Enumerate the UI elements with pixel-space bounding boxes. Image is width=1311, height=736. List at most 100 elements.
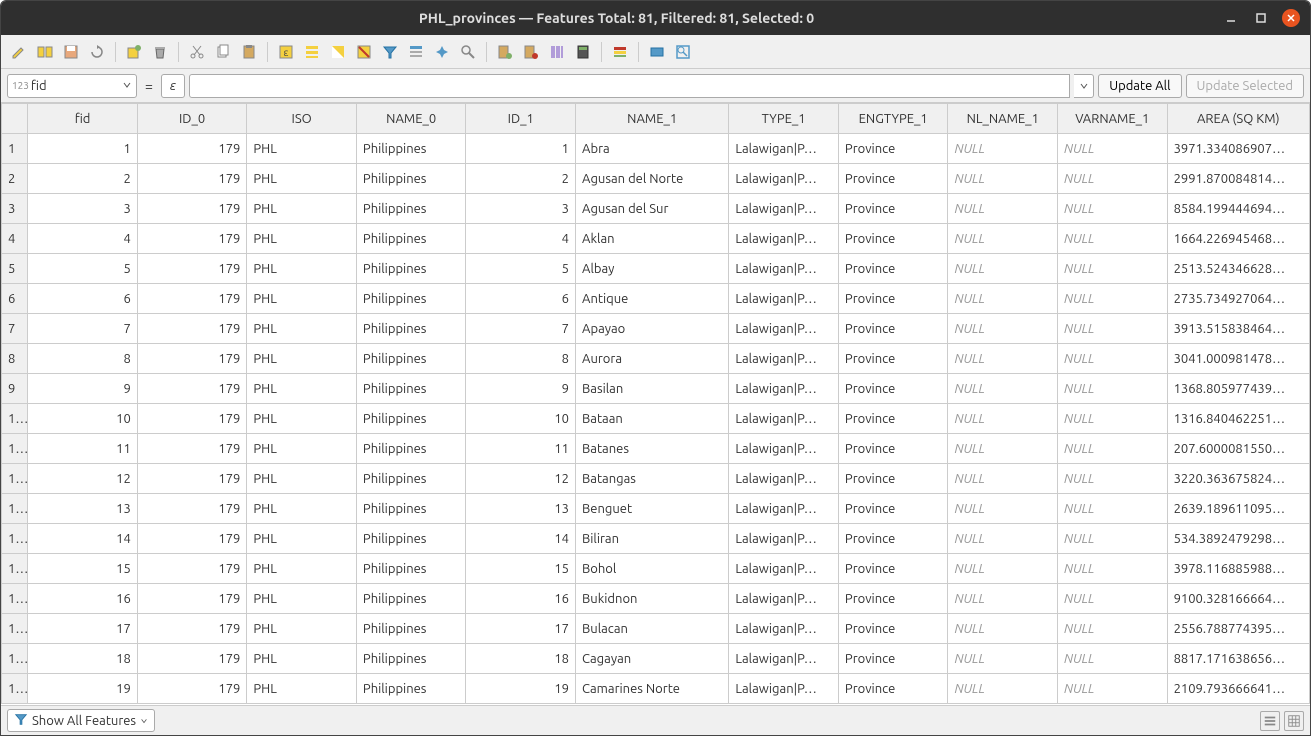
table-row[interactable]: 55179PHLPhilippines5AlbayLalawigan|P…Pro… bbox=[2, 254, 1310, 284]
cell-engtype[interactable]: Province bbox=[838, 134, 948, 164]
cell-name1[interactable]: Apayao bbox=[576, 314, 729, 344]
cell-name0[interactable]: Philippines bbox=[356, 404, 466, 434]
cell-iso[interactable]: PHL bbox=[247, 434, 357, 464]
expression-dialog-button[interactable]: ε bbox=[161, 74, 185, 98]
cell-engtype[interactable]: Province bbox=[838, 584, 948, 614]
cell-id1[interactable]: 4 bbox=[466, 224, 576, 254]
table-row[interactable]: 44179PHLPhilippines4AklanLalawigan|P…Pro… bbox=[2, 224, 1310, 254]
cell-iso[interactable]: PHL bbox=[247, 524, 357, 554]
cell-iso[interactable]: PHL bbox=[247, 494, 357, 524]
cell-nlname[interactable]: NULL bbox=[948, 284, 1058, 314]
cell-name1[interactable]: Biliran bbox=[576, 524, 729, 554]
delete-selected-icon[interactable] bbox=[148, 40, 172, 64]
cell-area[interactable]: 3971.334086907… bbox=[1167, 134, 1309, 164]
cell-id1[interactable]: 15 bbox=[466, 554, 576, 584]
cell-engtype[interactable]: Province bbox=[838, 404, 948, 434]
cell-name0[interactable]: Philippines bbox=[356, 374, 466, 404]
cell-name1[interactable]: Benguet bbox=[576, 494, 729, 524]
row-number[interactable]: 14 bbox=[2, 524, 28, 554]
cell-fid[interactable]: 12 bbox=[28, 464, 138, 494]
cell-varname[interactable]: NULL bbox=[1058, 494, 1168, 524]
cell-engtype[interactable]: Province bbox=[838, 344, 948, 374]
row-number[interactable]: 8 bbox=[2, 344, 28, 374]
column-header[interactable]: NAME_0 bbox=[356, 104, 466, 134]
cell-varname[interactable]: NULL bbox=[1058, 554, 1168, 584]
close-button[interactable] bbox=[1282, 9, 1300, 27]
cell-id1[interactable]: 11 bbox=[466, 434, 576, 464]
cell-varname[interactable]: NULL bbox=[1058, 464, 1168, 494]
cell-iso[interactable]: PHL bbox=[247, 194, 357, 224]
cell-type1[interactable]: Lalawigan|P… bbox=[729, 164, 839, 194]
cell-fid[interactable]: 19 bbox=[28, 674, 138, 704]
cell-varname[interactable]: NULL bbox=[1058, 644, 1168, 674]
cell-fid[interactable]: 17 bbox=[28, 614, 138, 644]
deselect-all-icon[interactable] bbox=[352, 40, 376, 64]
cell-id0[interactable]: 179 bbox=[137, 644, 247, 674]
cell-nlname[interactable]: NULL bbox=[948, 524, 1058, 554]
cell-area[interactable]: 2109.793666641… bbox=[1167, 674, 1309, 704]
cell-type1[interactable]: Lalawigan|P… bbox=[729, 614, 839, 644]
cell-nlname[interactable]: NULL bbox=[948, 674, 1058, 704]
cell-area[interactable]: 3041.000981478… bbox=[1167, 344, 1309, 374]
cell-type1[interactable]: Lalawigan|P… bbox=[729, 554, 839, 584]
table-row[interactable]: 1818179PHLPhilippines18CagayanLalawigan|… bbox=[2, 644, 1310, 674]
column-header[interactable]: NAME_1 bbox=[576, 104, 729, 134]
table-view-button[interactable] bbox=[1284, 711, 1304, 731]
cell-fid[interactable]: 16 bbox=[28, 584, 138, 614]
cell-iso[interactable]: PHL bbox=[247, 344, 357, 374]
cell-id0[interactable]: 179 bbox=[137, 194, 247, 224]
cell-area[interactable]: 9100.328166664… bbox=[1167, 584, 1309, 614]
update-all-button[interactable]: Update All bbox=[1098, 74, 1181, 98]
cell-varname[interactable]: NULL bbox=[1058, 224, 1168, 254]
column-header[interactable]: VARNAME_1 bbox=[1058, 104, 1168, 134]
cell-nlname[interactable]: NULL bbox=[948, 614, 1058, 644]
row-number[interactable]: 2 bbox=[2, 164, 28, 194]
cell-nlname[interactable]: NULL bbox=[948, 134, 1058, 164]
field-selector[interactable]: 123 fid bbox=[7, 74, 137, 98]
cell-type1[interactable]: Lalawigan|P… bbox=[729, 434, 839, 464]
multi-edit-icon[interactable] bbox=[33, 40, 57, 64]
cell-id0[interactable]: 179 bbox=[137, 404, 247, 434]
cell-id0[interactable]: 179 bbox=[137, 584, 247, 614]
column-header[interactable]: TYPE_1 bbox=[729, 104, 839, 134]
cell-id0[interactable]: 179 bbox=[137, 434, 247, 464]
cell-id1[interactable]: 12 bbox=[466, 464, 576, 494]
cell-nlname[interactable]: NULL bbox=[948, 584, 1058, 614]
cell-nlname[interactable]: NULL bbox=[948, 254, 1058, 284]
row-number[interactable]: 5 bbox=[2, 254, 28, 284]
cell-id1[interactable]: 13 bbox=[466, 494, 576, 524]
show-all-features-button[interactable]: Show All Features bbox=[7, 709, 155, 732]
cell-name0[interactable]: Philippines bbox=[356, 554, 466, 584]
cell-id1[interactable]: 19 bbox=[466, 674, 576, 704]
conditional-formatting-icon[interactable] bbox=[608, 40, 632, 64]
cell-fid[interactable]: 18 bbox=[28, 644, 138, 674]
cell-fid[interactable]: 9 bbox=[28, 374, 138, 404]
cell-type1[interactable]: Lalawigan|P… bbox=[729, 254, 839, 284]
cell-engtype[interactable]: Province bbox=[838, 284, 948, 314]
cell-name0[interactable]: Philippines bbox=[356, 494, 466, 524]
cell-name1[interactable]: Camarines Norte bbox=[576, 674, 729, 704]
new-field-icon[interactable] bbox=[493, 40, 517, 64]
add-feature-icon[interactable] bbox=[122, 40, 146, 64]
cell-area[interactable]: 1368.805977439… bbox=[1167, 374, 1309, 404]
cell-area[interactable]: 3220.363675824… bbox=[1167, 464, 1309, 494]
minimize-button[interactable] bbox=[1222, 9, 1240, 27]
cell-varname[interactable]: NULL bbox=[1058, 614, 1168, 644]
cell-name0[interactable]: Philippines bbox=[356, 584, 466, 614]
move-selection-top-icon[interactable] bbox=[404, 40, 428, 64]
table-row[interactable]: 1919179PHLPhilippines19Camarines NorteLa… bbox=[2, 674, 1310, 704]
cell-name0[interactable]: Philippines bbox=[356, 314, 466, 344]
cell-nlname[interactable]: NULL bbox=[948, 194, 1058, 224]
paste-icon[interactable] bbox=[237, 40, 261, 64]
cell-nlname[interactable]: NULL bbox=[948, 644, 1058, 674]
cell-iso[interactable]: PHL bbox=[247, 584, 357, 614]
cell-fid[interactable]: 8 bbox=[28, 344, 138, 374]
cell-fid[interactable]: 6 bbox=[28, 284, 138, 314]
row-number[interactable]: 15 bbox=[2, 554, 28, 584]
cell-engtype[interactable]: Province bbox=[838, 434, 948, 464]
cell-name1[interactable]: Bataan bbox=[576, 404, 729, 434]
column-header[interactable]: ID_0 bbox=[137, 104, 247, 134]
expression-input[interactable] bbox=[189, 74, 1070, 98]
cell-fid[interactable]: 1 bbox=[28, 134, 138, 164]
cell-id1[interactable]: 17 bbox=[466, 614, 576, 644]
